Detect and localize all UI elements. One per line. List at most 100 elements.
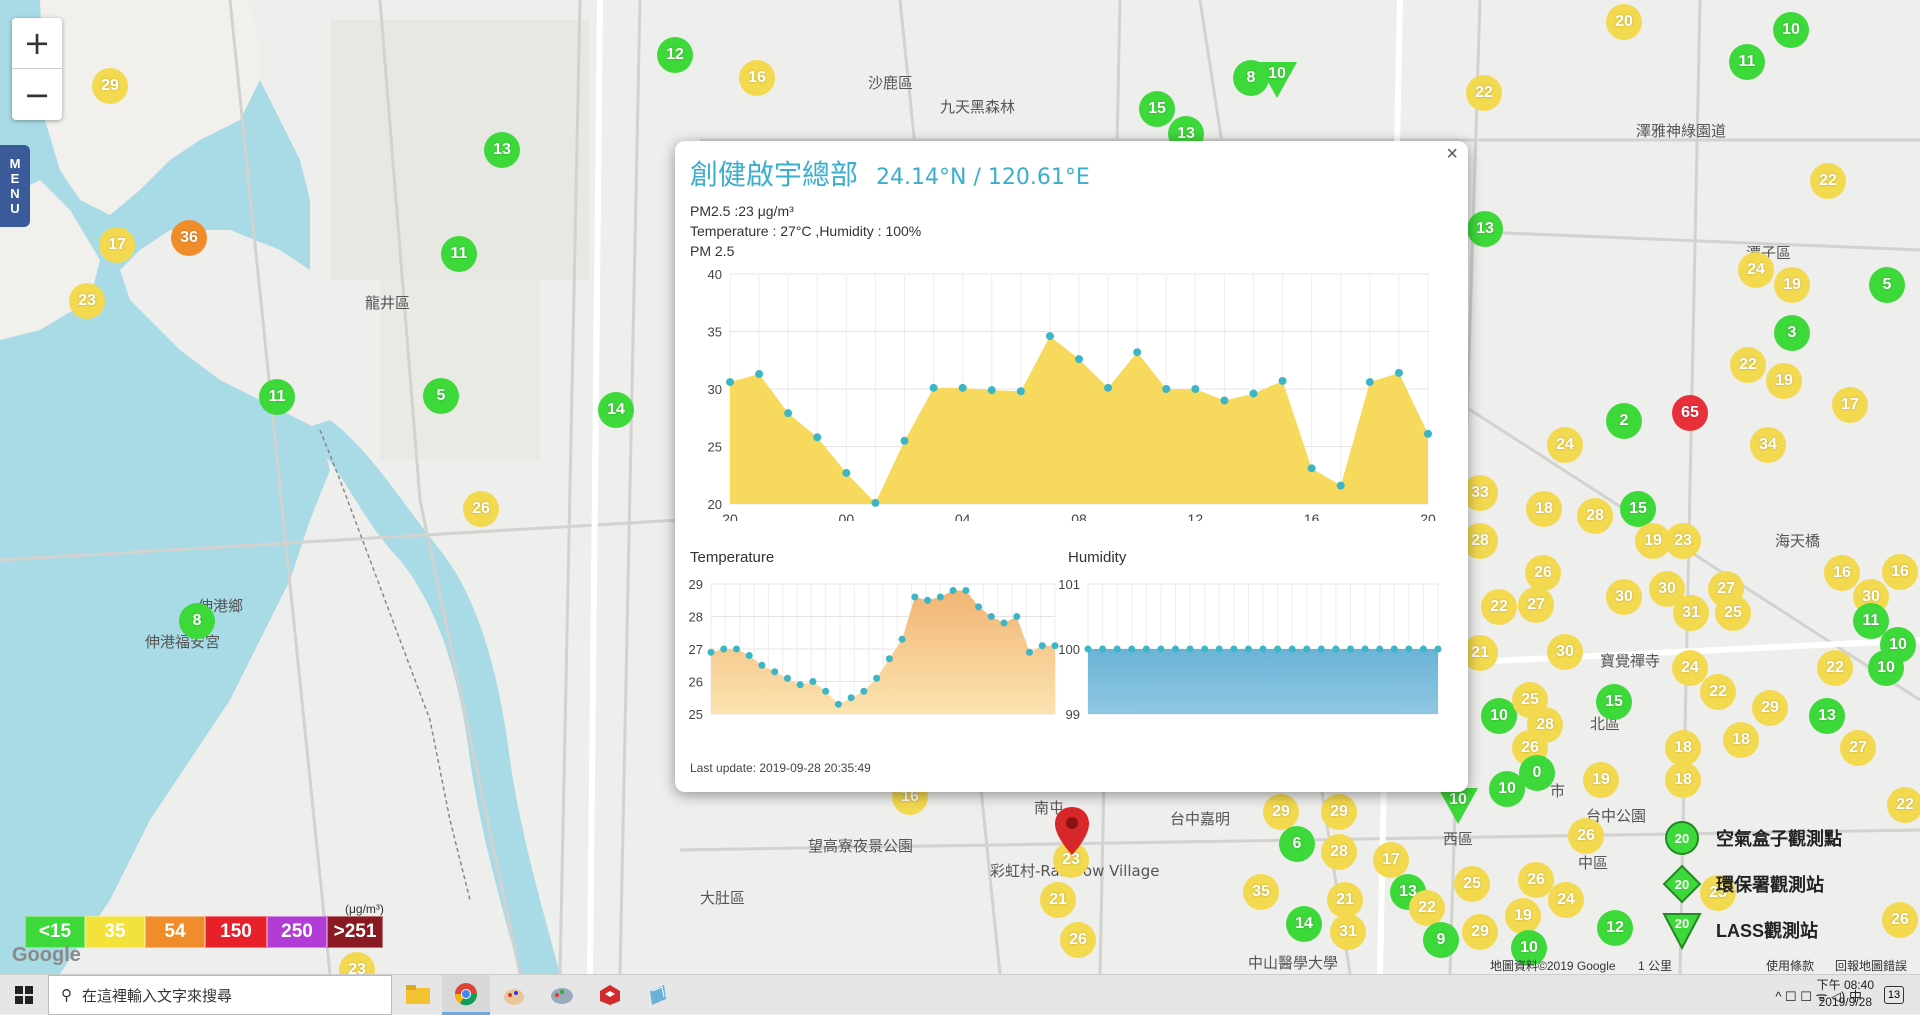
sensor-marker[interactable]: 22: [1817, 650, 1853, 686]
sensor-marker[interactable]: 10: [1773, 12, 1809, 48]
sensor-marker[interactable]: 18: [1526, 491, 1562, 527]
sensor-marker[interactable]: 18: [1665, 762, 1701, 798]
zoom-in-button[interactable]: +: [12, 18, 62, 69]
taskbar-search[interactable]: ⚲ 在這裡輸入文字來搜尋: [48, 975, 392, 1015]
palette-app-icon[interactable]: [538, 975, 586, 1015]
sensor-marker[interactable]: 27: [1518, 587, 1554, 623]
sensor-marker[interactable]: 2: [1606, 403, 1642, 439]
sensor-marker[interactable]: 29: [1321, 794, 1357, 830]
sensor-marker[interactable]: 22: [1409, 890, 1445, 926]
sensor-marker[interactable]: 22: [1700, 674, 1736, 710]
sensor-marker[interactable]: 16: [1824, 555, 1860, 591]
sensor-marker[interactable]: 9: [1423, 922, 1459, 958]
sensor-marker[interactable]: 10: [1489, 771, 1525, 807]
sensor-marker[interactable]: 6: [1279, 826, 1315, 862]
zoom-out-button[interactable]: −: [12, 69, 62, 120]
svg-text:20: 20: [1675, 831, 1689, 846]
windows-start-button[interactable]: [0, 975, 48, 1015]
sensor-marker[interactable]: 34: [1750, 427, 1786, 463]
data-point: [1288, 645, 1296, 653]
sensor-marker[interactable]: 29: [1462, 914, 1498, 950]
sensor-marker[interactable]: 30: [1606, 579, 1642, 615]
notification-center-icon[interactable]: 13: [1870, 975, 1918, 1015]
terms-link[interactable]: 使用條款: [1766, 957, 1814, 974]
sensor-marker[interactable]: 17: [99, 227, 135, 263]
sensor-marker[interactable]: 15: [1620, 491, 1656, 527]
sensor-marker[interactable]: 5: [423, 378, 459, 414]
chrome-icon[interactable]: [442, 975, 490, 1015]
sensor-marker[interactable]: 23: [69, 283, 105, 319]
sensor-marker[interactable]: 16: [739, 60, 775, 96]
sensor-marker[interactable]: 36: [171, 220, 207, 256]
sensor-marker[interactable]: 24: [1547, 427, 1583, 463]
sensor-marker[interactable]: 31: [1673, 595, 1709, 631]
sensor-marker[interactable]: 29: [1263, 794, 1299, 830]
sensor-marker[interactable]: 24: [1738, 252, 1774, 288]
sensor-marker[interactable]: 10: [1880, 627, 1916, 663]
sensor-marker[interactable]: 22: [1466, 75, 1502, 111]
file-explorer-icon[interactable]: [394, 975, 442, 1015]
sensor-marker[interactable]: 21: [1040, 882, 1076, 918]
sensor-marker[interactable]: 15: [1596, 684, 1632, 720]
sensor-marker[interactable]: 28: [1577, 498, 1613, 534]
sensor-marker[interactable]: 35: [1243, 874, 1279, 910]
sensor-marker[interactable]: 14: [1286, 906, 1322, 942]
sensor-marker[interactable]: 14: [598, 392, 634, 428]
sensor-marker[interactable]: 28: [1321, 834, 1357, 870]
sensor-marker[interactable]: 26: [463, 491, 499, 527]
place-label: 澤雅神綠園道: [1636, 122, 1727, 140]
sensor-marker[interactable]: 19: [1583, 762, 1619, 798]
sensor-marker[interactable]: 20: [1606, 4, 1642, 40]
sensor-marker[interactable]: 18: [1665, 730, 1701, 766]
x-tick-label: 08: [1071, 511, 1087, 521]
report-error-link[interactable]: 回報地圖錯誤: [1835, 957, 1907, 974]
sensor-marker[interactable]: 22: [1810, 163, 1846, 199]
sensor-marker[interactable]: 29: [92, 68, 128, 104]
menu-tab[interactable]: MENU: [0, 145, 30, 227]
place-label: 中山醫學大學: [1248, 954, 1339, 972]
sensor-marker[interactable]: 12: [1597, 910, 1633, 946]
sensor-marker[interactable]: 16: [1882, 554, 1918, 590]
sensor-marker[interactable]: 3: [1774, 315, 1810, 351]
sketchup-icon[interactable]: [586, 975, 634, 1015]
sensor-marker[interactable]: 23: [1665, 523, 1701, 559]
sensor-marker[interactable]: 25: [1454, 866, 1490, 902]
y-tick-label: 40: [708, 267, 722, 282]
notepad-icon[interactable]: [634, 975, 682, 1015]
sensor-marker[interactable]: 17: [1373, 842, 1409, 878]
sensor-marker[interactable]: 26: [1568, 818, 1604, 854]
sensor-marker[interactable]: 12: [657, 37, 693, 73]
sensor-marker[interactable]: 15: [1139, 91, 1175, 127]
sensor-marker[interactable]: 21: [1327, 882, 1363, 918]
sensor-marker[interactable]: 17: [1832, 387, 1868, 423]
sensor-marker[interactable]: 11: [1729, 44, 1765, 80]
data-point: [783, 674, 791, 682]
sensor-marker[interactable]: 11: [259, 379, 295, 415]
sensor-marker[interactable]: 30: [1547, 634, 1583, 670]
sensor-marker[interactable]: 24: [1548, 882, 1584, 918]
sensor-marker[interactable]: 5: [1869, 267, 1905, 303]
sensor-marker[interactable]: 19: [1766, 363, 1802, 399]
popup-close-button[interactable]: ×: [1446, 143, 1458, 166]
sensor-marker[interactable]: 26: [1525, 555, 1561, 591]
sensor-marker[interactable]: 26: [1060, 922, 1096, 958]
sensor-marker[interactable]: 22: [1730, 347, 1766, 383]
sensor-marker[interactable]: 19: [1505, 898, 1541, 934]
sensor-marker[interactable]: 13: [484, 132, 520, 168]
sensor-marker[interactable]: 31: [1330, 914, 1366, 950]
sensor-marker[interactable]: 19: [1774, 267, 1810, 303]
taskbar-clock[interactable]: 下午 08:40 2019/9/28: [1817, 977, 1874, 1011]
sensor-marker[interactable]: 65: [1672, 395, 1708, 431]
location-pin-icon[interactable]: [1055, 807, 1089, 855]
sensor-marker[interactable]: 8: [179, 603, 215, 639]
sensor-marker[interactable]: 13: [1809, 698, 1845, 734]
sensor-marker[interactable]: 27: [1840, 730, 1876, 766]
sensor-marker[interactable]: 25: [1715, 595, 1751, 631]
sensor-marker[interactable]: 18: [1723, 722, 1759, 758]
sensor-marker[interactable]: 13: [1467, 211, 1503, 247]
sensor-marker[interactable]: 22: [1481, 589, 1517, 625]
data-point: [1278, 376, 1287, 385]
sensor-marker[interactable]: 11: [441, 236, 477, 272]
sensor-marker[interactable]: 29: [1752, 690, 1788, 726]
paint-app-icon[interactable]: [490, 975, 538, 1015]
